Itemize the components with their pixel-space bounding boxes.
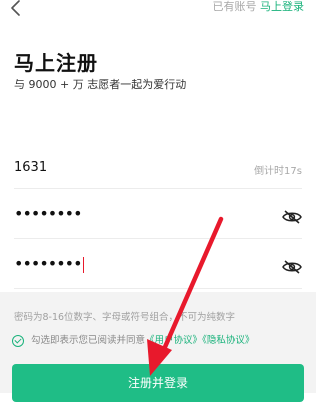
user-agreement-link[interactable]: 《用户协议》 [145,335,202,346]
eye-hidden-icon[interactable] [282,209,302,225]
confirm-password-field[interactable]: •••••••• [14,250,302,289]
page-subtitle: 与 9000 + 万 志愿者一起为爱行动 [14,78,187,91]
agree-text: 勾选即表示您已阅读并同意 [31,335,146,346]
login-link[interactable]: 马上登录 [260,0,304,13]
privacy-agreement-link[interactable]: 《隐私协议》 [202,335,254,346]
password-field[interactable]: •••••••• [14,200,302,239]
have-account-text: 已有账号 [212,0,257,13]
eye-hidden-icon[interactable] [282,259,302,275]
page-title: 马上注册 [14,51,98,75]
text-caret [82,256,84,273]
agreement-row: 勾选即表示您已阅读并同意《用户协议》《隐私协议》 [12,332,254,347]
agree-checkbox[interactable] [12,334,24,347]
confirm-password-value[interactable]: •••••••• [14,254,84,273]
verification-code-value[interactable]: 1631 [14,160,47,175]
password-hint: 密码为8-16位数字、字母或符号组合，不可为纯数字 [14,312,236,323]
register-login-button[interactable]: 注册并登录 [12,364,304,402]
back-chevron-icon[interactable] [8,0,26,16]
verification-code-field[interactable]: 1631 倒计时17s [14,150,302,189]
login-prompt: 已有账号 马上登录 [213,0,305,14]
password-value[interactable]: •••••••• [14,204,82,223]
countdown-text: 倒计时17s [254,166,302,177]
